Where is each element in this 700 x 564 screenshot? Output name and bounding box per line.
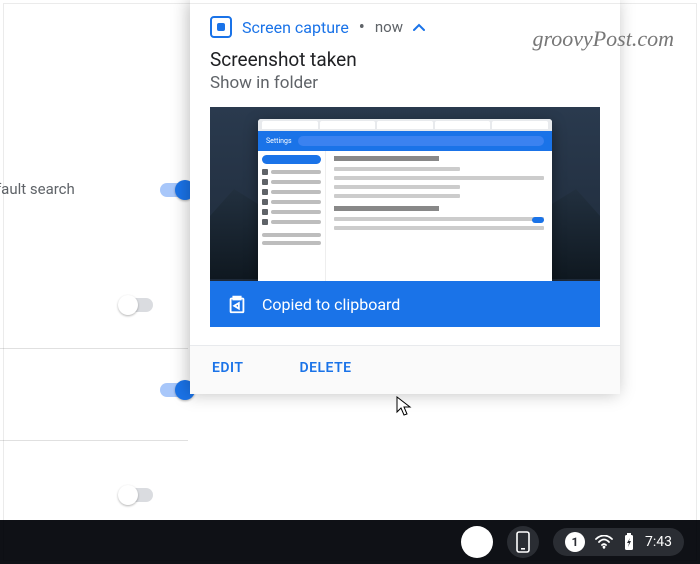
- preview-search-bar: [298, 136, 544, 146]
- preview-chrome-window: Settings: [258, 119, 552, 307]
- settings-row-label: efault search: [0, 180, 75, 198]
- toggle-row-4[interactable]: [121, 488, 153, 502]
- edit-button[interactable]: EDIT: [212, 360, 243, 376]
- toggle-row-2[interactable]: [121, 298, 153, 312]
- phone-hub-icon[interactable]: [507, 526, 539, 558]
- separator-dot: •: [359, 17, 365, 38]
- taskbar-clock: 7:43: [645, 534, 672, 550]
- clipboard-text: Copied to clipboard: [262, 295, 400, 314]
- show-in-folder-link[interactable]: Show in folder: [210, 73, 600, 93]
- preview-tabstrip: [258, 119, 552, 131]
- toggle-row-3[interactable]: [160, 383, 192, 397]
- watermark: groovyPost.com: [532, 26, 674, 52]
- screenshot-preview[interactable]: Settings: [210, 107, 600, 327]
- wifi-icon: [595, 535, 613, 549]
- screen-capture-icon: [210, 16, 232, 38]
- battery-charging-icon: [623, 533, 635, 551]
- notification-time: now: [375, 18, 403, 36]
- divider: [0, 440, 188, 441]
- toggle-default-search[interactable]: [160, 183, 192, 197]
- notification-panel: Screen capture • now Screenshot taken Sh…: [190, 0, 620, 394]
- preview-topbar: Settings: [258, 131, 552, 151]
- taskbar-notification-thumb[interactable]: [461, 526, 493, 558]
- clipboard-icon: [226, 293, 248, 315]
- settings-list-peek: efault search: [0, 0, 208, 520]
- status-tray[interactable]: 1 7:43: [553, 528, 684, 556]
- preview-app-title: Settings: [266, 137, 292, 145]
- notification-app-name: Screen capture: [242, 18, 349, 37]
- notification-actions: EDIT DELETE: [190, 345, 620, 394]
- notification-count-badge: 1: [565, 532, 585, 552]
- chevron-up-icon[interactable]: [413, 19, 425, 35]
- mouse-cursor-icon: [396, 396, 412, 418]
- delete-button[interactable]: DELETE: [299, 360, 351, 376]
- clipboard-banner: Copied to clipboard: [210, 281, 600, 327]
- divider: [0, 348, 188, 349]
- taskbar: 1 7:43: [0, 520, 700, 564]
